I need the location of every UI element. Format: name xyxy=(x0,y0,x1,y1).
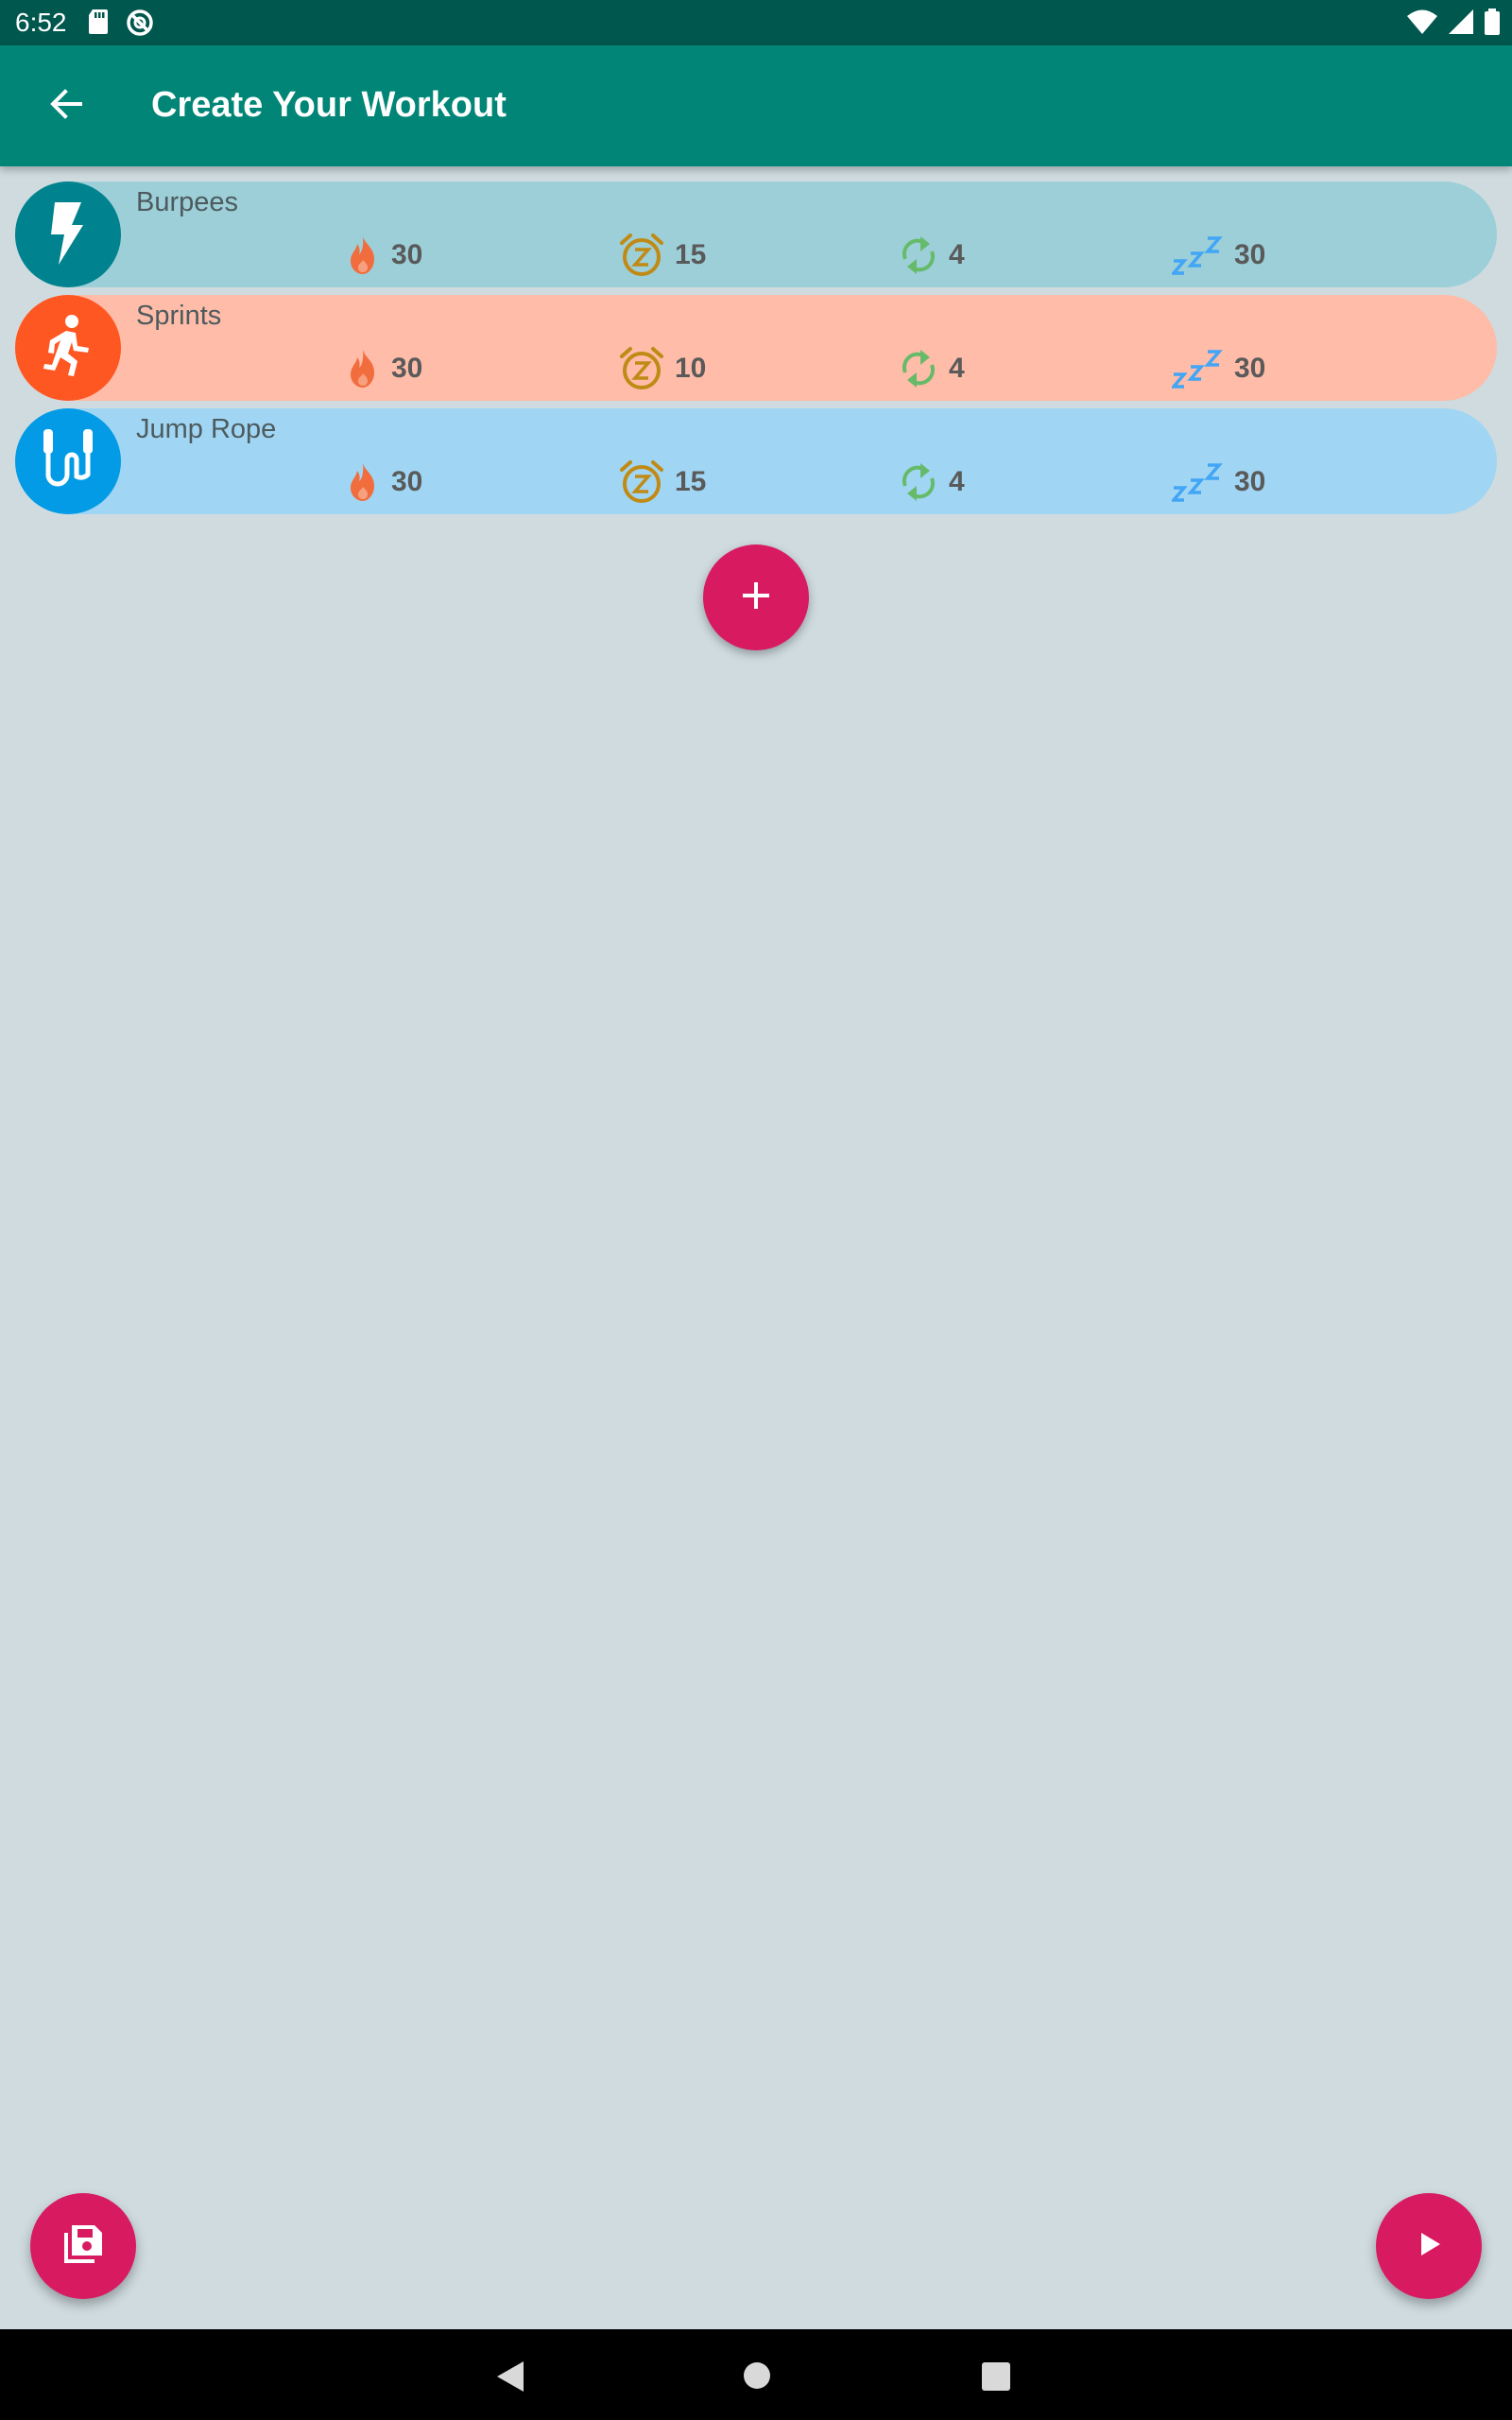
exercise-avatar xyxy=(15,408,121,514)
cell-signal-icon xyxy=(1448,8,1474,36)
fire-icon xyxy=(344,234,382,276)
exercise-row-sprints[interactable]: Sprints 30 10 4 30 xyxy=(15,295,1497,401)
exercise-avatar xyxy=(15,182,121,287)
calories-value: 30 xyxy=(391,466,423,497)
alarm-snooze-icon xyxy=(618,458,665,506)
alarm-snooze-icon xyxy=(618,345,665,392)
battery-icon xyxy=(1484,8,1501,36)
nav-recents-square-icon[interactable] xyxy=(981,2361,1011,2392)
sd-card-icon xyxy=(87,8,110,38)
sleep-zzz-icon xyxy=(1172,234,1225,276)
stat-calories: 30 xyxy=(344,458,422,507)
sleep-zzz-icon xyxy=(1172,348,1225,389)
repeat-icon xyxy=(898,346,939,391)
fire-icon xyxy=(344,348,382,389)
stat-rest: 30 xyxy=(1172,458,1265,507)
jump-rope-icon xyxy=(38,425,98,498)
exercise-list: Burpees 30 15 4 30 Sprints 30 10 4 30 Ju… xyxy=(15,182,1497,522)
sync-blocked-icon xyxy=(125,8,155,38)
calories-value: 30 xyxy=(391,239,423,270)
repeat-icon xyxy=(898,233,939,278)
exercise-name: Burpees xyxy=(136,187,239,217)
stat-rest: 30 xyxy=(1172,344,1265,393)
exercise-row-burpees[interactable]: Burpees 30 15 4 30 xyxy=(15,182,1497,287)
stat-duration: 15 xyxy=(618,231,706,280)
duration-value: 10 xyxy=(675,353,707,384)
nav-back-triangle-icon[interactable] xyxy=(491,2358,529,2395)
repeats-value: 4 xyxy=(949,466,965,497)
stat-repeats: 4 xyxy=(898,231,965,280)
navigation-bar xyxy=(0,2329,1512,2420)
lightning-bolt-icon xyxy=(42,199,94,271)
stat-duration: 10 xyxy=(618,344,706,393)
add-exercise-button[interactable] xyxy=(703,544,809,650)
plus-icon xyxy=(740,579,772,616)
stat-repeats: 4 xyxy=(898,458,965,507)
duration-value: 15 xyxy=(675,239,707,270)
page-title: Create Your Workout xyxy=(151,85,507,125)
stat-calories: 30 xyxy=(344,231,422,280)
rest-value: 30 xyxy=(1234,466,1266,497)
rest-value: 30 xyxy=(1234,239,1266,270)
back-button[interactable] xyxy=(38,78,94,134)
fire-icon xyxy=(344,461,382,503)
repeats-value: 4 xyxy=(949,353,965,384)
duration-value: 15 xyxy=(675,466,707,497)
stat-calories: 30 xyxy=(344,344,422,393)
exercise-name: Sprints xyxy=(136,301,222,331)
repeats-value: 4 xyxy=(949,239,965,270)
arrow-back-icon xyxy=(48,86,84,127)
wifi-icon xyxy=(1406,8,1438,36)
play-icon xyxy=(1414,2229,1444,2264)
exercise-avatar xyxy=(15,295,121,401)
running-person-icon xyxy=(38,312,98,385)
exercise-row-jump-rope[interactable]: Jump Rope 30 15 4 30 xyxy=(15,408,1497,514)
stat-repeats: 4 xyxy=(898,344,965,393)
sleep-zzz-icon xyxy=(1172,461,1225,503)
calories-value: 30 xyxy=(391,353,423,384)
rest-value: 30 xyxy=(1234,353,1266,384)
status-bar: 6:52 xyxy=(0,0,1512,45)
status-right-icons xyxy=(1406,8,1501,36)
save-floppy-icon xyxy=(60,2221,106,2272)
repeat-icon xyxy=(898,459,939,505)
start-workout-button[interactable] xyxy=(1376,2193,1482,2299)
app-bar: Create Your Workout xyxy=(0,45,1512,166)
save-workout-button[interactable] xyxy=(30,2193,136,2299)
stat-duration: 15 xyxy=(618,458,706,507)
status-time: 6:52 xyxy=(15,8,67,37)
nav-home-circle-icon[interactable] xyxy=(743,2361,771,2390)
status-left-icons xyxy=(87,8,155,38)
stat-rest: 30 xyxy=(1172,231,1265,280)
exercise-name: Jump Rope xyxy=(136,414,277,444)
alarm-snooze-icon xyxy=(618,232,665,279)
